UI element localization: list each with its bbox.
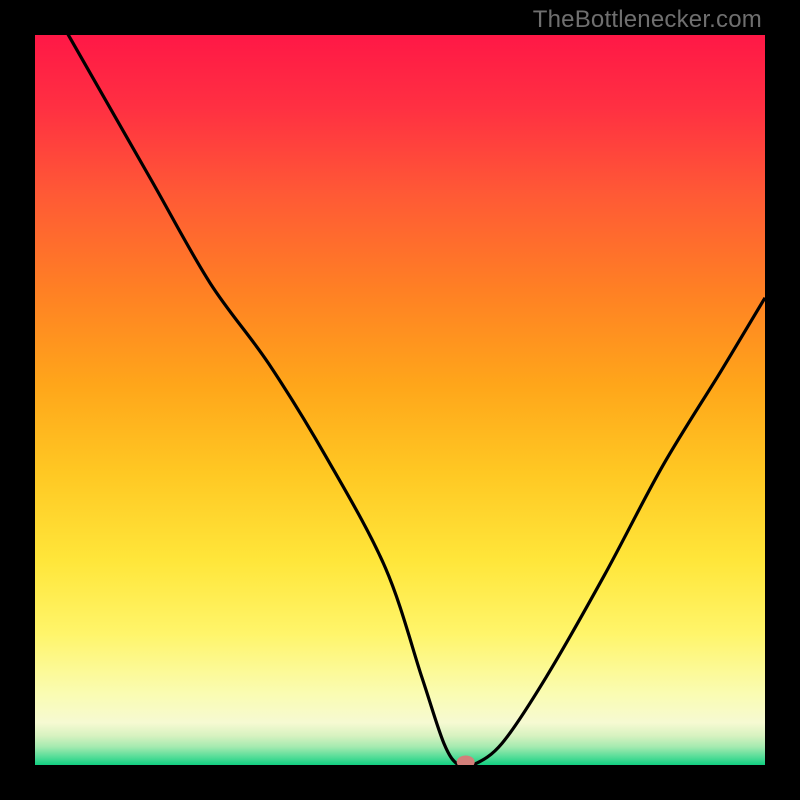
watermark-text: TheBottlenecker.com bbox=[533, 6, 762, 34]
bottleneck-curve bbox=[35, 35, 765, 765]
plot-area bbox=[35, 35, 765, 765]
optimal-marker bbox=[457, 756, 475, 766]
curve-layer bbox=[35, 35, 765, 765]
chart-frame: TheBottlenecker.com bbox=[0, 0, 800, 800]
